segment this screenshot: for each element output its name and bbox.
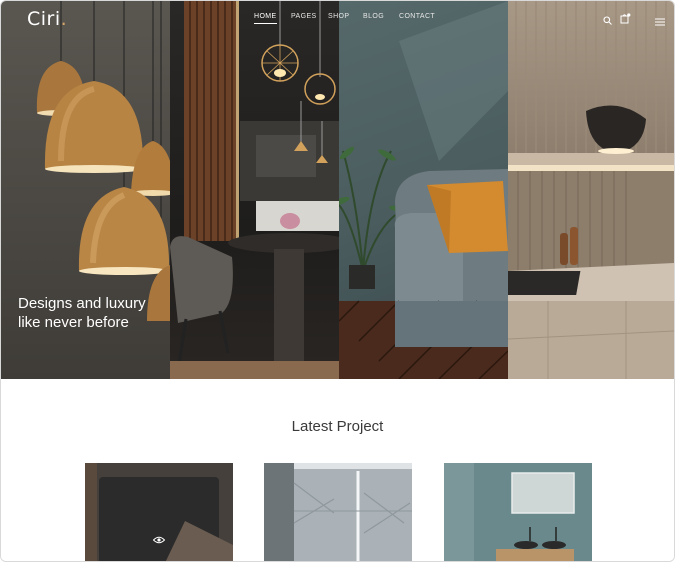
hero-panel-kitchen (508, 1, 674, 379)
project-card-1[interactable] (85, 463, 233, 561)
page-frame: Designs and luxury like never before Cir… (0, 0, 675, 562)
project-3-image (444, 463, 592, 561)
dining-illustration (170, 1, 339, 379)
section-title: Latest Project (291, 418, 384, 435)
nav-contact[interactable]: CONTACT (399, 13, 435, 20)
project-card-3[interactable] (444, 463, 592, 561)
nav-blog[interactable]: BLOG (363, 13, 384, 20)
nav-home[interactable]: HOME (254, 13, 277, 24)
logo-text: Ciri (27, 8, 61, 30)
eye-icon[interactable] (152, 531, 166, 549)
logo-dot: . (60, 8, 68, 30)
hero-panel-dining (170, 1, 339, 379)
search-icon[interactable] (603, 12, 612, 30)
cart-icon[interactable] (620, 11, 631, 29)
nav-shop[interactable]: SHOP (328, 13, 349, 20)
latest-project-section: Latest Project (1, 379, 674, 561)
menu-icon[interactable] (655, 13, 665, 31)
nav-pages[interactable]: PAGES (291, 13, 317, 20)
hero-section: Designs and luxury like never before Cir… (1, 1, 674, 379)
project-card-2[interactable] (264, 463, 412, 561)
kitchen-illustration (508, 1, 674, 379)
logo[interactable]: Ciri. (27, 8, 67, 30)
sofa-illustration (339, 1, 508, 379)
hero-headline: Designs and luxury like never before (18, 295, 146, 331)
hero-panel-sofa (339, 1, 508, 379)
hero-panel-lamps: Designs and luxury like never before (1, 1, 170, 379)
project-2-image (264, 463, 412, 561)
top-navbar: Ciri. HOME PAGES SHOP BLOG CONTACT (1, 1, 674, 35)
